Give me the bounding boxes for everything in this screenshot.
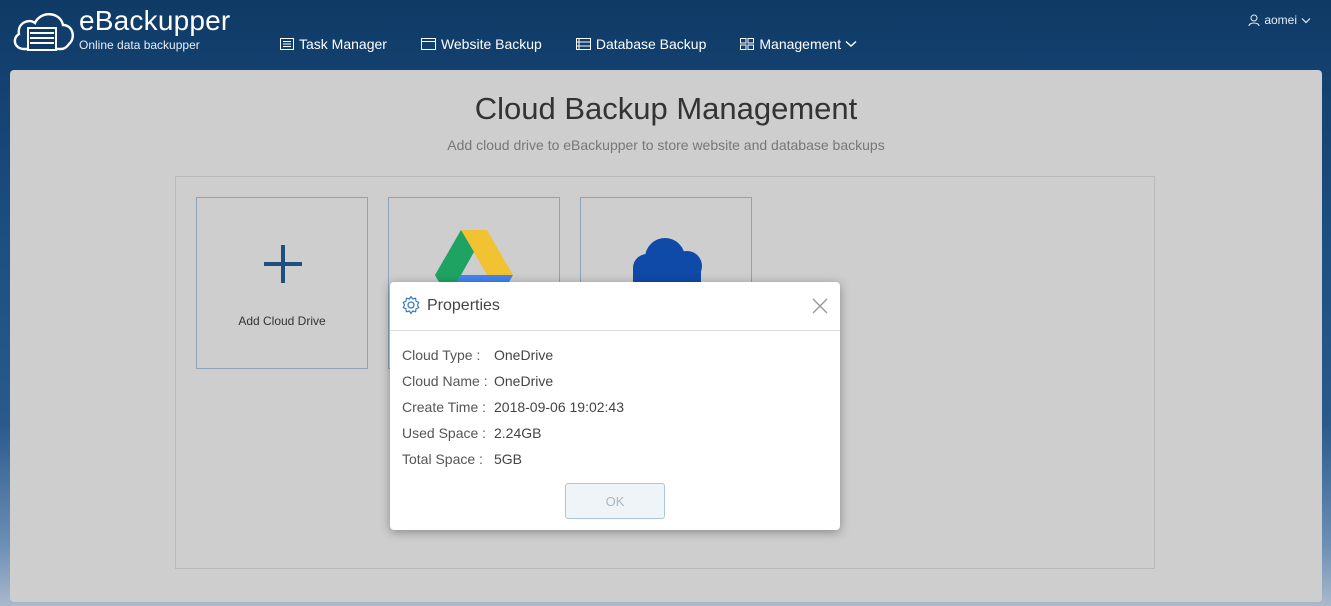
properties-dialog: Properties Cloud Type : OneDrive Cloud N… [390,282,840,530]
property-value: OneDrive [494,347,554,363]
close-icon[interactable] [812,298,828,314]
brand-name[interactable]: eBackupper [79,5,230,37]
gear-icon [402,295,420,315]
plus-icon [264,245,302,283]
chevron-down-icon [845,40,857,47]
property-key: Total Space : [402,451,483,467]
dialog-header: Properties [390,282,840,331]
ok-button[interactable]: OK [565,483,665,519]
dialog-title: Properties [427,297,500,314]
window-icon [420,38,436,50]
property-row-cloud-type: Cloud Type : OneDrive [402,347,553,363]
property-row-used-space: Used Space : 2.24GB [402,425,541,441]
nav-task-manager-label: Task Manager [299,36,387,52]
page-subtitle: Add cloud drive to eBackupper to store w… [447,137,885,153]
database-list-icon [575,38,591,50]
property-row-cloud-name: Cloud Name : OneDrive [402,373,553,389]
nav-management-label: Management [759,36,842,52]
grid-icon [740,38,755,50]
page-title: Cloud Backup Management [474,91,858,126]
property-key: Create Time : [402,399,487,415]
property-value: 2.24GB [494,425,542,441]
nav-database-backup-label: Database Backup [595,36,707,52]
nav-database-backup[interactable]: Database Backup [575,36,707,52]
property-key: Cloud Name : [402,373,488,389]
property-row-create-time: Create Time : 2018-09-06 19:02:43 [402,399,624,415]
cloud-server-logo-icon [13,13,75,51]
chevron-down-icon [1301,17,1311,23]
property-key: Used Space : [402,425,487,441]
top-header: eBackupper Online data backupper Task Ma… [0,0,1331,70]
main-nav: Task Manager Website Backup Database Bac… [280,36,896,52]
user-icon [1248,14,1260,26]
nav-website-backup[interactable]: Website Backup [420,36,542,52]
nav-website-backup-label: Website Backup [440,36,542,52]
property-value: 2018-09-06 19:02:43 [494,399,624,415]
add-cloud-drive-label: Add Cloud Drive [238,314,326,328]
brand-subtitle: Online data backupper [79,38,200,52]
property-key: Cloud Type : [402,347,481,363]
nav-management[interactable]: Management [740,36,862,52]
user-menu[interactable]: aomei [1248,13,1315,27]
add-cloud-drive-card[interactable]: Add Cloud Drive [196,197,368,369]
property-value: OneDrive [494,373,554,389]
property-value: 5GB [494,451,523,467]
list-icon [280,38,294,50]
property-row-total-space: Total Space : 5GB [402,451,522,467]
user-name: aomei [1264,13,1297,27]
nav-task-manager[interactable]: Task Manager [280,36,387,52]
